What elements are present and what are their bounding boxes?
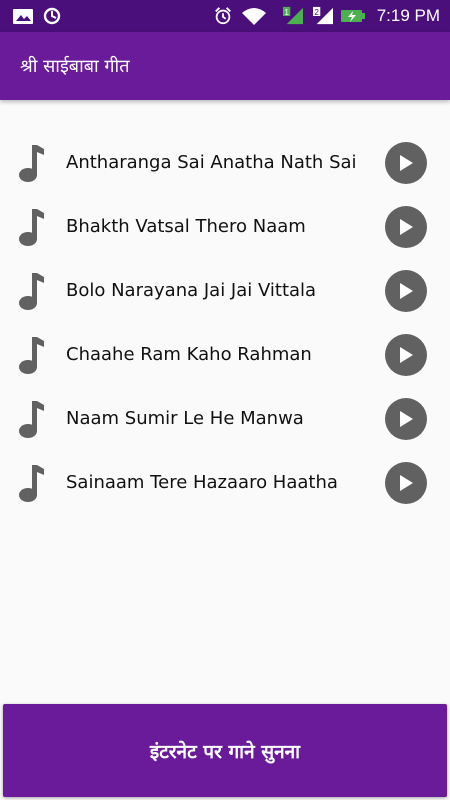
listen-online-label: इंटरनेट पर गाने सुनना xyxy=(149,740,301,763)
status-bar: 1 2 7:19 PM xyxy=(0,0,450,32)
play-icon xyxy=(400,283,413,299)
play-button[interactable] xyxy=(385,206,427,248)
song-title: Naam Sumir Le He Manwa xyxy=(66,408,304,429)
music-note-icon xyxy=(19,145,44,182)
sync-icon xyxy=(43,7,61,25)
music-note-icon xyxy=(19,401,44,438)
song-title: Sainaam Tere Hazaaro Haatha xyxy=(66,472,338,493)
signal-sim2-icon: 2 xyxy=(313,6,333,25)
play-icon xyxy=(400,411,413,427)
list-item[interactable]: Chaahe Ram Kaho Rahman xyxy=(0,323,450,387)
image-icon xyxy=(13,9,33,24)
song-title: Bolo Narayana Jai Jai Vittala xyxy=(66,280,317,301)
listen-online-button[interactable]: इंटरनेट पर गाने सुनना xyxy=(3,704,447,797)
song-title: Antharanga Sai Anatha Nath Sai xyxy=(66,152,357,173)
app-bar: श्री साईबाबा गीत xyxy=(0,32,450,100)
alarm-icon xyxy=(215,7,231,25)
status-time: 7:19 PM xyxy=(376,6,440,25)
play-icon xyxy=(400,219,413,235)
play-icon xyxy=(400,475,413,491)
svg-text:2: 2 xyxy=(314,8,319,17)
battery-charging-icon xyxy=(341,10,365,22)
music-note-icon xyxy=(19,465,44,502)
list-item[interactable]: Bolo Narayana Jai Jai Vittala xyxy=(0,259,450,323)
play-button[interactable] xyxy=(385,462,427,504)
list-item[interactable]: Bhakth Vatsal Thero Naam xyxy=(0,195,450,259)
wifi-icon xyxy=(242,8,266,25)
list-item[interactable]: Sainaam Tere Hazaaro Haatha xyxy=(0,451,450,515)
music-note-icon xyxy=(19,337,44,374)
song-title: Chaahe Ram Kaho Rahman xyxy=(66,344,312,365)
music-note-icon xyxy=(19,273,44,310)
play-button[interactable] xyxy=(385,334,427,376)
list-item[interactable]: Antharanga Sai Anatha Nath Sai xyxy=(0,131,450,195)
list-item[interactable]: Naam Sumir Le He Manwa xyxy=(0,387,450,451)
song-title: Bhakth Vatsal Thero Naam xyxy=(66,216,306,237)
music-note-icon xyxy=(19,209,44,246)
signal-sim1-icon: 1 xyxy=(283,6,303,25)
play-icon xyxy=(400,155,413,171)
play-button[interactable] xyxy=(385,398,427,440)
play-button[interactable] xyxy=(385,142,427,184)
svg-text:1: 1 xyxy=(284,8,289,17)
page-title: श्री साईबाबा गीत xyxy=(20,56,130,77)
song-list: Antharanga Sai Anatha Nath Sai Bhakth Va… xyxy=(0,131,450,515)
play-button[interactable] xyxy=(385,270,427,312)
play-icon xyxy=(400,347,413,363)
